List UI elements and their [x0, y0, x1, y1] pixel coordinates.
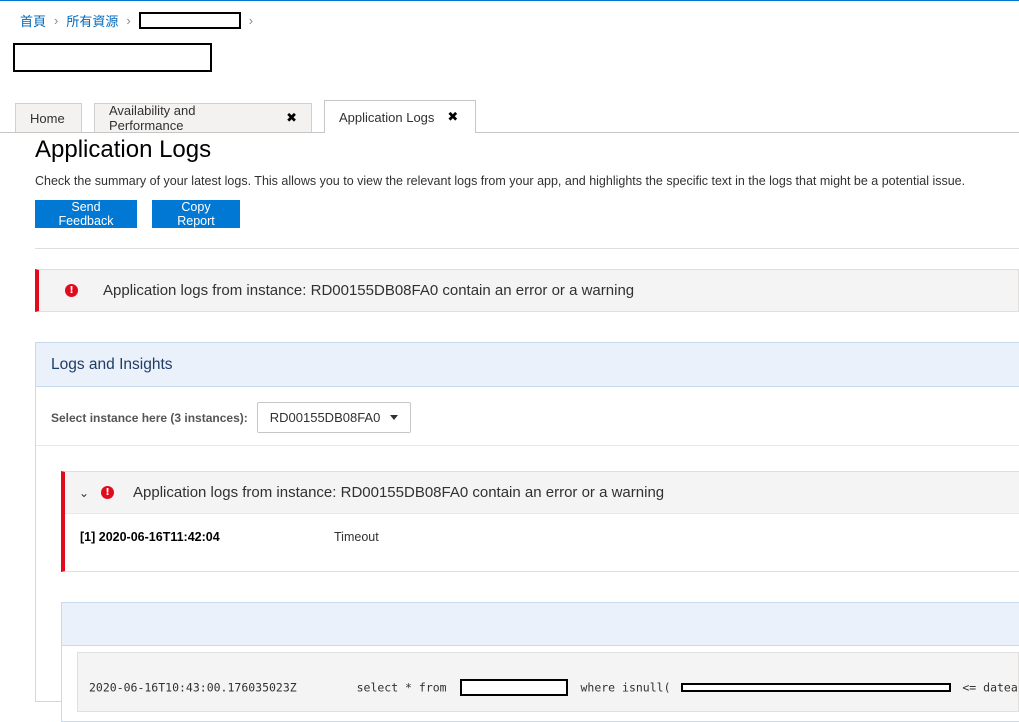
- close-icon[interactable]: ✖: [286, 110, 297, 126]
- tab-bar: Home Availability and Performance ✖ Appl…: [15, 100, 1019, 133]
- log-timestamp: 2020-06-16T10:43:00.176035023Z: [89, 680, 297, 695]
- divider: [36, 445, 1019, 446]
- tab-label: Availability and Performance: [109, 103, 196, 133]
- alert-banner: ! Application logs from instance: RD0015…: [35, 269, 1019, 312]
- page-description: Check the summary of your latest logs. T…: [35, 174, 966, 188]
- resource-title-redacted: [13, 43, 212, 72]
- error-icon: !: [65, 284, 78, 297]
- caret-down-icon: [390, 415, 399, 420]
- breadcrumb-home-link[interactable]: 首頁: [20, 11, 46, 30]
- log-text: where isnull(: [580, 680, 671, 695]
- tab-application-logs[interactable]: Application Logs ✖: [324, 100, 476, 133]
- panel-title: Logs and Insights: [36, 343, 1019, 387]
- insight-row: [1] 2020-06-16T11:42:04 Timeout: [80, 530, 379, 544]
- breadcrumb: 首頁 › 所有資源 › ›: [20, 10, 261, 30]
- log-viewer-header: [62, 603, 1019, 646]
- insight-card: ⌄ ! Application logs from instance: RD00…: [61, 471, 1019, 572]
- breadcrumb-all-resources-link[interactable]: 所有資源: [66, 11, 118, 30]
- instance-select-label: Select instance here (3 instances):: [51, 410, 248, 425]
- log-redacted-expression: [681, 683, 952, 692]
- page-title: Application Logs: [35, 136, 212, 163]
- breadcrumb-resource-redacted[interactable]: [138, 11, 241, 29]
- insight-title: Application logs from instance: RD00155D…: [133, 484, 665, 501]
- log-line: 2020-06-16T10:43:00.176035023Z select * …: [77, 652, 1019, 712]
- copy-report-button[interactable]: Copy Report: [152, 200, 240, 228]
- chevron-right-icon: ›: [248, 12, 254, 28]
- log-viewer: 2020-06-16T10:43:00.176035023Z select * …: [61, 602, 1019, 722]
- top-accent-line: [0, 0, 1019, 1]
- insight-timestamp: [1] 2020-06-16T11:42:04: [80, 530, 220, 544]
- tab-home[interactable]: Home: [15, 103, 82, 132]
- error-icon: !: [101, 486, 114, 499]
- send-feedback-button[interactable]: Send Feedback: [35, 200, 137, 228]
- log-text: select * from: [356, 680, 447, 695]
- tab-label: Home: [30, 110, 65, 126]
- instance-select[interactable]: RD00155DB08FA0: [256, 402, 411, 433]
- chevron-right-icon: ›: [126, 12, 131, 28]
- logs-and-insights-panel: Logs and Insights Select instance here (…: [35, 342, 1019, 722]
- insight-message: Timeout: [334, 530, 379, 544]
- tab-label: Application Logs: [339, 109, 435, 125]
- instance-select-value: RD00155DB08FA0: [269, 410, 381, 425]
- log-text: <= dateadd: [962, 680, 1018, 695]
- tab-availability-and-performance[interactable]: Availability and Performance ✖: [94, 103, 312, 133]
- chevron-right-icon: ›: [54, 12, 59, 28]
- chevron-down-icon[interactable]: ⌄: [79, 486, 91, 500]
- log-redacted-table: [459, 679, 568, 696]
- alert-text: Application logs from instance: RD00155D…: [103, 282, 635, 299]
- divider: [35, 248, 1019, 249]
- close-icon[interactable]: ✖: [447, 109, 458, 125]
- instance-select-row: Select instance here (3 instances): RD00…: [51, 402, 411, 433]
- insight-header[interactable]: ⌄ ! Application logs from instance: RD00…: [65, 472, 1019, 514]
